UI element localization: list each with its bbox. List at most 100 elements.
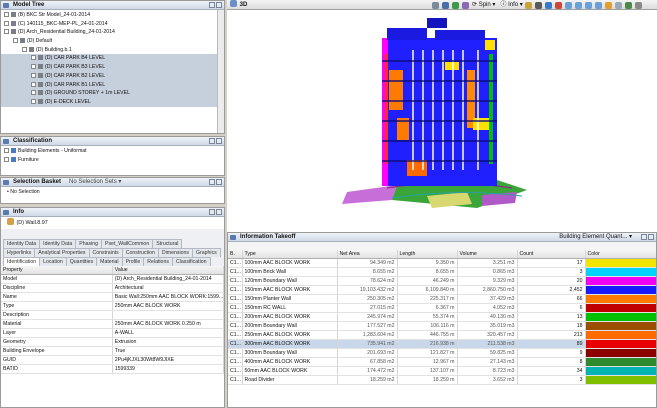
info-tab[interactable]: Quantities: [65, 257, 98, 266]
takeoff-row[interactable]: C1... 300mm AAC BLOCK WORK 735.941 m2 216.9…: [228, 339, 656, 349]
visibility-checkbox[interactable]: [11, 12, 16, 17]
close-icon[interactable]: [648, 234, 654, 240]
close-icon[interactable]: [216, 138, 222, 144]
zoom-out-icon[interactable]: [574, 1, 582, 9]
info-tab[interactable]: Construction: [121, 248, 159, 257]
info-tab[interactable]: Identity Data: [39, 239, 77, 248]
classification-row[interactable]: Furniture: [1, 156, 224, 165]
takeoff-dropdown[interactable]: Building Element Quant... ▾: [559, 233, 632, 242]
takeoff-column-header[interactable]: Volume: [457, 250, 518, 259]
takeoff-row[interactable]: C1... 120mm Boundary Wall 78.624 m2 46.249 …: [228, 276, 656, 286]
takeoff-row[interactable]: C1... 50mm AAC BLOCK WORK 174.472 m2 137.10…: [228, 366, 656, 376]
takeoff-row[interactable]: C1... 100mm Brick Wall 8.655 m2 8.655 m 0.86…: [228, 267, 656, 277]
info-tab[interactable]: Relations: [143, 257, 173, 266]
visibility-checkbox[interactable]: [29, 46, 34, 52]
tree-row[interactable]: (D) Arch_Residential Building_24-01-2014: [1, 28, 224, 37]
info-dropdown[interactable]: ⓘ Info ▾: [500, 0, 522, 10]
expand-toggle-icon[interactable]: [22, 46, 27, 52]
minimize-icon[interactable]: [209, 179, 215, 185]
visibility-checkbox[interactable]: [38, 81, 43, 87]
tree-row[interactable]: (D) E-DECK LEVEL: [1, 97, 224, 107]
expand-toggle-icon[interactable]: [4, 156, 9, 162]
info-tab[interactable]: Identity Data: [3, 239, 41, 248]
takeoff-row[interactable]: C1... 400mm AAC BLOCK WORK 67.858 m2 12.967…: [228, 357, 656, 367]
expand-toggle-icon[interactable]: [4, 20, 9, 26]
minimize-icon[interactable]: [209, 209, 215, 215]
select-icon[interactable]: [432, 1, 439, 9]
pin-icon[interactable]: [3, 139, 9, 144]
info-tab[interactable]: Location: [39, 257, 67, 266]
info-tab[interactable]: Dimensions: [157, 248, 193, 257]
walk-icon[interactable]: [452, 1, 459, 9]
takeoff-color-swatch[interactable]: [585, 285, 656, 295]
info-column-header[interactable]: Property: [1, 266, 113, 275]
visibility-checkbox[interactable]: [11, 29, 16, 35]
info-tab[interactable]: Structural: [152, 239, 183, 248]
view3d-canvas[interactable]: [227, 10, 657, 232]
takeoff-color-swatch[interactable]: [585, 330, 656, 340]
info-tab[interactable]: Analytical Properties: [34, 248, 90, 257]
takeoff-color-swatch[interactable]: [585, 267, 656, 277]
tree-row[interactable]: (D) CAR PARK B4 LEVEL: [1, 54, 224, 64]
info-row[interactable]: Geometry Extrusion: [1, 337, 224, 347]
expand-toggle-icon[interactable]: [31, 90, 36, 96]
info-tab[interactable]: Pset_WallCommon: [101, 239, 154, 248]
takeoff-color-swatch[interactable]: [585, 357, 656, 367]
expand-toggle-icon[interactable]: [31, 64, 36, 70]
takeoff-row[interactable]: C1... 300mm Boundary Wall 201.693 m2 121.82…: [228, 348, 656, 358]
info-tab[interactable]: Hyperlinks: [3, 248, 36, 257]
visibility-checkbox[interactable]: [11, 20, 16, 26]
expand-toggle-icon[interactable]: [31, 55, 36, 61]
measure-icon[interactable]: [524, 1, 532, 9]
spin-dropdown[interactable]: ⟳ Spin ▾: [472, 0, 495, 10]
tree-row[interactable]: (B) BKC Str Model_24-01-2014: [1, 11, 224, 20]
classification-row[interactable]: Building Elements - Uniformat: [1, 147, 224, 156]
takeoff-row[interactable]: C1... 250mm AAC BLOCK WORK 1,283.604 m2 446…: [228, 330, 656, 340]
takeoff-color-swatch[interactable]: [585, 348, 656, 358]
info-row[interactable]: Name Basic Wall:250mm AAC BLOCK WORK:1599…: [1, 292, 224, 302]
tree-row[interactable]: (C) 140115_BKC-MEP-PL_24-01-2014: [1, 20, 224, 29]
visibility-checkbox[interactable]: [20, 38, 25, 44]
info-tab[interactable]: Material: [96, 257, 123, 266]
takeoff-column-header[interactable]: Net Area: [337, 250, 398, 259]
tree-row[interactable]: (D) Default: [1, 37, 224, 46]
more-icon[interactable]: [634, 1, 642, 9]
info-row[interactable]: Type 250mm AAC BLOCK WORK: [1, 301, 224, 311]
tree-row[interactable]: (D) CAR PARK B2 LEVEL: [1, 71, 224, 81]
takeoff-color-swatch[interactable]: [585, 276, 656, 286]
hide-icon[interactable]: [544, 1, 552, 9]
close-icon[interactable]: [216, 179, 222, 185]
tree-row[interactable]: (D) Building.b.1: [1, 46, 224, 55]
info-row[interactable]: Building Envelope True: [1, 346, 224, 356]
takeoff-color-swatch[interactable]: [585, 294, 656, 304]
minimize-icon[interactable]: [209, 2, 215, 8]
pan-icon[interactable]: [604, 1, 612, 9]
info-tab[interactable]: Identification: [3, 257, 41, 266]
selection-sets-dropdown[interactable]: No Selection Sets ▾: [69, 178, 121, 187]
pin-icon[interactable]: [3, 3, 9, 8]
tree-row[interactable]: (D) GROUND STOREY + 1m LEVEL: [1, 89, 224, 98]
takeoff-column-header[interactable]: Count: [517, 250, 586, 259]
expand-toggle-icon[interactable]: [4, 29, 9, 35]
visibility-checkbox[interactable]: [38, 55, 43, 61]
info-tab[interactable]: Profile: [121, 257, 145, 266]
isolate-icon[interactable]: [554, 1, 562, 9]
info-row[interactable]: Layer A-WALL: [1, 328, 224, 338]
visibility-checkbox[interactable]: [38, 64, 43, 70]
takeoff-color-swatch[interactable]: [585, 321, 656, 331]
expand-toggle-icon[interactable]: [31, 98, 36, 104]
camera-icon[interactable]: [624, 1, 632, 9]
takeoff-color-swatch[interactable]: [585, 303, 656, 313]
takeoff-row[interactable]: C1... Road Divider 18.259 m2 18.259 m 3.652 …: [228, 375, 656, 385]
settings-icon[interactable]: [614, 1, 622, 9]
info-row[interactable]: BATID 1599339: [1, 364, 224, 374]
info-row[interactable]: Description: [1, 310, 224, 320]
model-tree-scrollbar[interactable]: [217, 10, 224, 133]
visibility-checkbox[interactable]: [38, 72, 43, 78]
minimize-icon[interactable]: [209, 138, 215, 144]
takeoff-color-swatch[interactable]: [585, 366, 656, 376]
takeoff-row[interactable]: C1... 200mm Boundary Wall 177.527 m2 106.11…: [228, 321, 656, 331]
takeoff-color-swatch[interactable]: [585, 312, 656, 322]
close-icon[interactable]: [216, 2, 222, 8]
expand-toggle-icon[interactable]: [4, 12, 9, 17]
